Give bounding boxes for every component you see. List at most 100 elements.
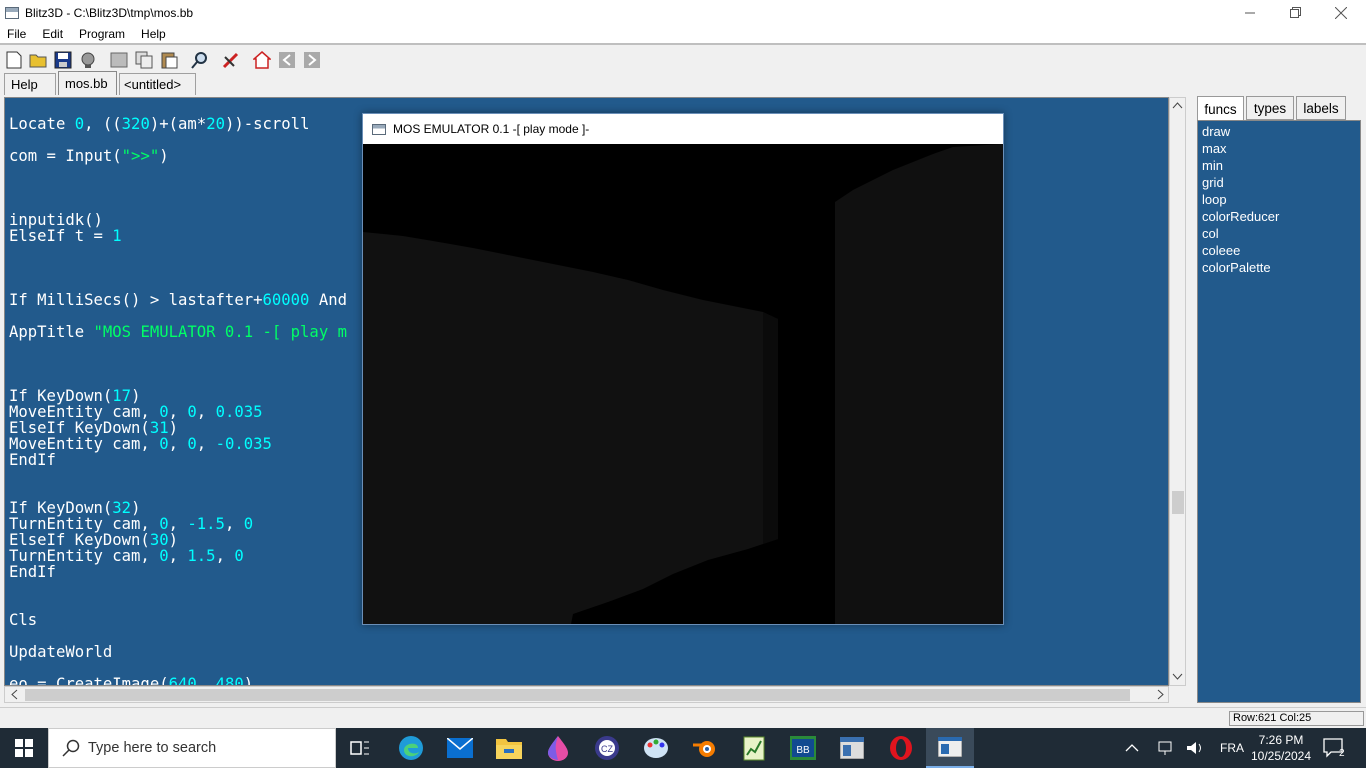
emulator-maximize-button[interactable] bbox=[911, 114, 956, 155]
taskbar-search[interactable]: Type here to search bbox=[48, 728, 336, 768]
home-button[interactable] bbox=[251, 49, 273, 71]
menu-file[interactable]: File bbox=[0, 27, 34, 41]
scroll-down-icon[interactable] bbox=[1170, 671, 1185, 683]
list-item[interactable]: col bbox=[1202, 225, 1219, 242]
menu-edit[interactable]: Edit bbox=[34, 27, 71, 41]
list-item[interactable]: loop bbox=[1202, 191, 1227, 208]
forward-button[interactable] bbox=[301, 49, 323, 71]
taskbar-blender[interactable] bbox=[690, 733, 720, 763]
list-item[interactable]: colorReducer bbox=[1202, 208, 1279, 225]
taskbar-mail[interactable] bbox=[445, 733, 475, 763]
menu-help[interactable]: Help bbox=[133, 27, 174, 41]
sidebar-tabs: funcs types labels bbox=[1197, 96, 1361, 122]
opera-icon bbox=[890, 736, 912, 760]
run-button[interactable] bbox=[220, 49, 242, 71]
taskbar-blitz-bb[interactable]: BB bbox=[788, 733, 818, 763]
code-line: EndIf bbox=[9, 451, 56, 469]
code-line: TurnEntity cam, 0, -1.5, 0 bbox=[9, 515, 254, 533]
window-app-icon bbox=[840, 737, 864, 759]
start-button[interactable] bbox=[9, 733, 39, 763]
taskbar-blitz-window[interactable] bbox=[837, 733, 867, 763]
emulator-window[interactable]: MOS EMULATOR 0.1 -[ play mode ]- bbox=[362, 113, 1004, 625]
list-item[interactable]: min bbox=[1202, 157, 1223, 174]
list-item[interactable]: coleee bbox=[1202, 242, 1240, 259]
copy-icon bbox=[135, 51, 153, 69]
tray-network[interactable] bbox=[1156, 728, 1174, 768]
tab-label: <untitled> bbox=[124, 77, 182, 92]
taskbar-emulator-active[interactable] bbox=[926, 728, 974, 768]
tab-label: mos.bb bbox=[65, 76, 108, 91]
paste-button[interactable] bbox=[158, 49, 180, 71]
emulator-minimize-button[interactable] bbox=[866, 114, 911, 150]
editor-horizontal-scrollbar[interactable] bbox=[4, 686, 1169, 703]
taskbar-cpuz[interactable]: CZ bbox=[592, 733, 622, 763]
cut-icon bbox=[110, 52, 128, 68]
notification-count: 2 bbox=[1339, 747, 1345, 759]
find-button[interactable] bbox=[189, 49, 211, 71]
open-file-button[interactable] bbox=[27, 49, 49, 71]
find-icon bbox=[191, 52, 207, 69]
functions-list: draw max min grid loop colorReducer col … bbox=[1197, 120, 1361, 703]
scroll-right-icon[interactable] bbox=[1155, 687, 1167, 702]
chart-pad-icon bbox=[743, 736, 765, 761]
horizontal-scroll-thumb[interactable] bbox=[25, 689, 1130, 701]
save-button[interactable] bbox=[52, 49, 74, 71]
sidebar-tab-label: labels bbox=[1303, 100, 1339, 116]
tab-untitled[interactable]: <untitled> bbox=[119, 73, 196, 95]
code-line: MoveEntity cam, 0, 0, 0.035 bbox=[9, 403, 263, 421]
tray-chevron[interactable] bbox=[1124, 728, 1140, 768]
taskbar-file-explorer[interactable] bbox=[494, 733, 524, 763]
editor-vertical-scrollbar[interactable] bbox=[1169, 97, 1186, 686]
svg-text:BB: BB bbox=[796, 745, 810, 756]
emulator-viewport[interactable] bbox=[363, 144, 1003, 624]
taskbar-edge[interactable] bbox=[396, 733, 426, 763]
tab-funcs[interactable]: funcs bbox=[1197, 96, 1244, 122]
network-icon bbox=[1158, 741, 1172, 755]
tab-mos-bb[interactable]: mos.bb bbox=[58, 71, 117, 95]
edge-icon bbox=[399, 736, 423, 760]
taskbar-paint[interactable] bbox=[543, 733, 573, 763]
tab-labels[interactable]: labels bbox=[1296, 96, 1346, 120]
code-line: AppTitle "MOS EMULATOR 0.1 -[ play m bbox=[9, 323, 347, 341]
code-line: Cls bbox=[9, 611, 38, 629]
window-titlebar: Blitz3D - C:\Blitz3D\tmp\mos.bb bbox=[0, 0, 1366, 25]
close-button[interactable] bbox=[1318, 0, 1364, 25]
restore-button[interactable] bbox=[1272, 0, 1318, 25]
tab-help[interactable]: Help bbox=[4, 73, 56, 95]
new-file-button[interactable] bbox=[3, 49, 25, 71]
back-button[interactable] bbox=[276, 49, 298, 71]
taskbar-notepad-chart[interactable] bbox=[739, 733, 769, 763]
emulator-close-button[interactable] bbox=[957, 114, 1002, 157]
tray-clock[interactable]: 7:26 PM 10/25/2024 bbox=[1250, 728, 1312, 768]
list-item[interactable]: colorPalette bbox=[1202, 259, 1271, 276]
notification-center-button[interactable]: 2 bbox=[1323, 728, 1345, 768]
clock-date: 10/25/2024 bbox=[1250, 749, 1312, 763]
task-view-button[interactable] bbox=[345, 733, 375, 763]
cut-button[interactable] bbox=[108, 49, 130, 71]
taskbar-opera[interactable] bbox=[886, 733, 916, 763]
list-item[interactable]: draw bbox=[1202, 123, 1230, 140]
copy-button[interactable] bbox=[133, 49, 155, 71]
code-line: ElseIf KeyDown(31) bbox=[9, 419, 178, 437]
menu-program[interactable]: Program bbox=[71, 27, 133, 41]
list-item[interactable]: grid bbox=[1202, 174, 1224, 191]
tab-types[interactable]: types bbox=[1246, 96, 1294, 120]
search-icon bbox=[62, 739, 80, 757]
scroll-up-icon[interactable] bbox=[1170, 100, 1185, 112]
sidebar-tab-label: funcs bbox=[1204, 102, 1237, 117]
list-item[interactable]: max bbox=[1202, 140, 1227, 157]
code-line: eo = CreateImage(640, 480) bbox=[9, 675, 254, 686]
droplet-icon bbox=[548, 736, 568, 761]
tray-volume[interactable] bbox=[1186, 728, 1204, 768]
tray-language[interactable]: FRA bbox=[1220, 728, 1244, 768]
vertical-scroll-thumb[interactable] bbox=[1172, 491, 1184, 514]
clock-time: 7:26 PM bbox=[1258, 733, 1304, 747]
code-line: TurnEntity cam, 0, 1.5, 0 bbox=[9, 547, 244, 565]
scroll-left-icon[interactable] bbox=[9, 687, 21, 702]
idea-button[interactable] bbox=[77, 49, 99, 71]
minimize-button[interactable] bbox=[1227, 0, 1273, 25]
taskbar-paint-palette[interactable] bbox=[641, 733, 671, 763]
tab-label: Help bbox=[11, 77, 38, 92]
emulator-titlebar[interactable]: MOS EMULATOR 0.1 -[ play mode ]- bbox=[363, 114, 1003, 157]
emulator-app-icon bbox=[372, 123, 386, 135]
